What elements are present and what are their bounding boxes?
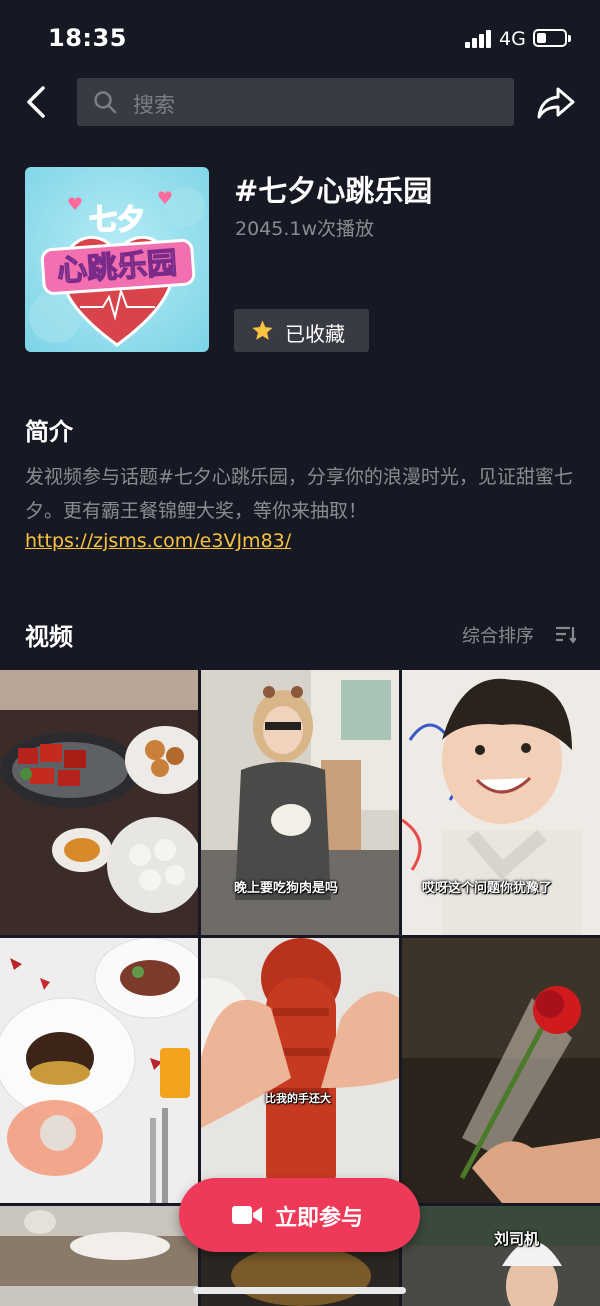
cover-top-text: 七夕 — [89, 203, 145, 236]
video-caption: 晚上要吃狗肉是吗 — [234, 881, 339, 896]
topic-cover-image: 心跳乐园 七夕 — [25, 167, 209, 352]
star-icon — [252, 320, 273, 340]
video-thumbnail[interactable] — [0, 1206, 198, 1306]
video-thumbnail[interactable]: 晚上要吃狗肉是吗 — [201, 670, 399, 935]
search-icon — [94, 91, 117, 114]
video-thumbnail[interactable]: 比我的手还大 — [201, 938, 399, 1203]
videos-heading: 视频 — [25, 623, 73, 651]
join-button[interactable]: 立即参与 — [179, 1178, 420, 1252]
video-thumbnail[interactable]: 刘司机 — [402, 1206, 600, 1306]
battery-tip — [568, 35, 571, 42]
intro-text: 发视频参与话题#七夕心跳乐园，分享你的浪漫时光，见证甜蜜七夕。更有霸王餐锦鲤大奖… — [25, 466, 573, 522]
video-caption: 哎呀这个问题你犹豫了 — [422, 881, 553, 896]
search-placeholder: 搜索 — [133, 93, 175, 117]
battery-level — [537, 33, 546, 43]
sort-label: 综合排序 — [462, 626, 534, 647]
chevron-left-icon — [27, 86, 45, 118]
intro-link[interactable]: https://zjsms.com/e3VJm83/ — [25, 530, 291, 552]
video-camera-icon — [232, 1206, 262, 1224]
video-thumbnail[interactable] — [0, 938, 198, 1203]
topic-page: 18:35 4G 搜索 心跳乐园 七夕 #七夕心跳乐园 2045.1w次播放 已… — [0, 0, 600, 1306]
status-time: 18:35 — [48, 24, 127, 52]
signal-icon — [465, 30, 493, 48]
intro-heading: 简介 — [25, 418, 73, 446]
share-arrow-icon — [537, 87, 575, 119]
sort-button[interactable]: 综合排序 — [462, 620, 578, 648]
video-caption: 比我的手还大 — [265, 1092, 331, 1105]
favorite-button[interactable]: 已收藏 — [234, 309, 369, 352]
status-bar: 18:35 4G — [0, 0, 600, 76]
video-thumbnail[interactable] — [0, 670, 198, 935]
video-thumbnail[interactable] — [402, 938, 600, 1203]
battery-icon — [533, 29, 567, 47]
topic-title: #七夕心跳乐园 — [234, 174, 433, 208]
home-indicator — [193, 1287, 406, 1294]
video-thumbnail[interactable]: 哎呀这个问题你犹豫了 — [402, 670, 600, 935]
search-input[interactable]: 搜索 — [77, 78, 514, 126]
favorite-label: 已收藏 — [285, 322, 345, 346]
back-button[interactable] — [18, 80, 58, 124]
play-count: 2045.1w次播放 — [235, 218, 375, 240]
network-type: 4G — [499, 28, 526, 50]
share-button[interactable] — [534, 80, 578, 124]
join-label: 立即参与 — [275, 1206, 364, 1231]
sort-icon — [556, 626, 576, 644]
video-caption: 刘司机 — [494, 1230, 540, 1248]
